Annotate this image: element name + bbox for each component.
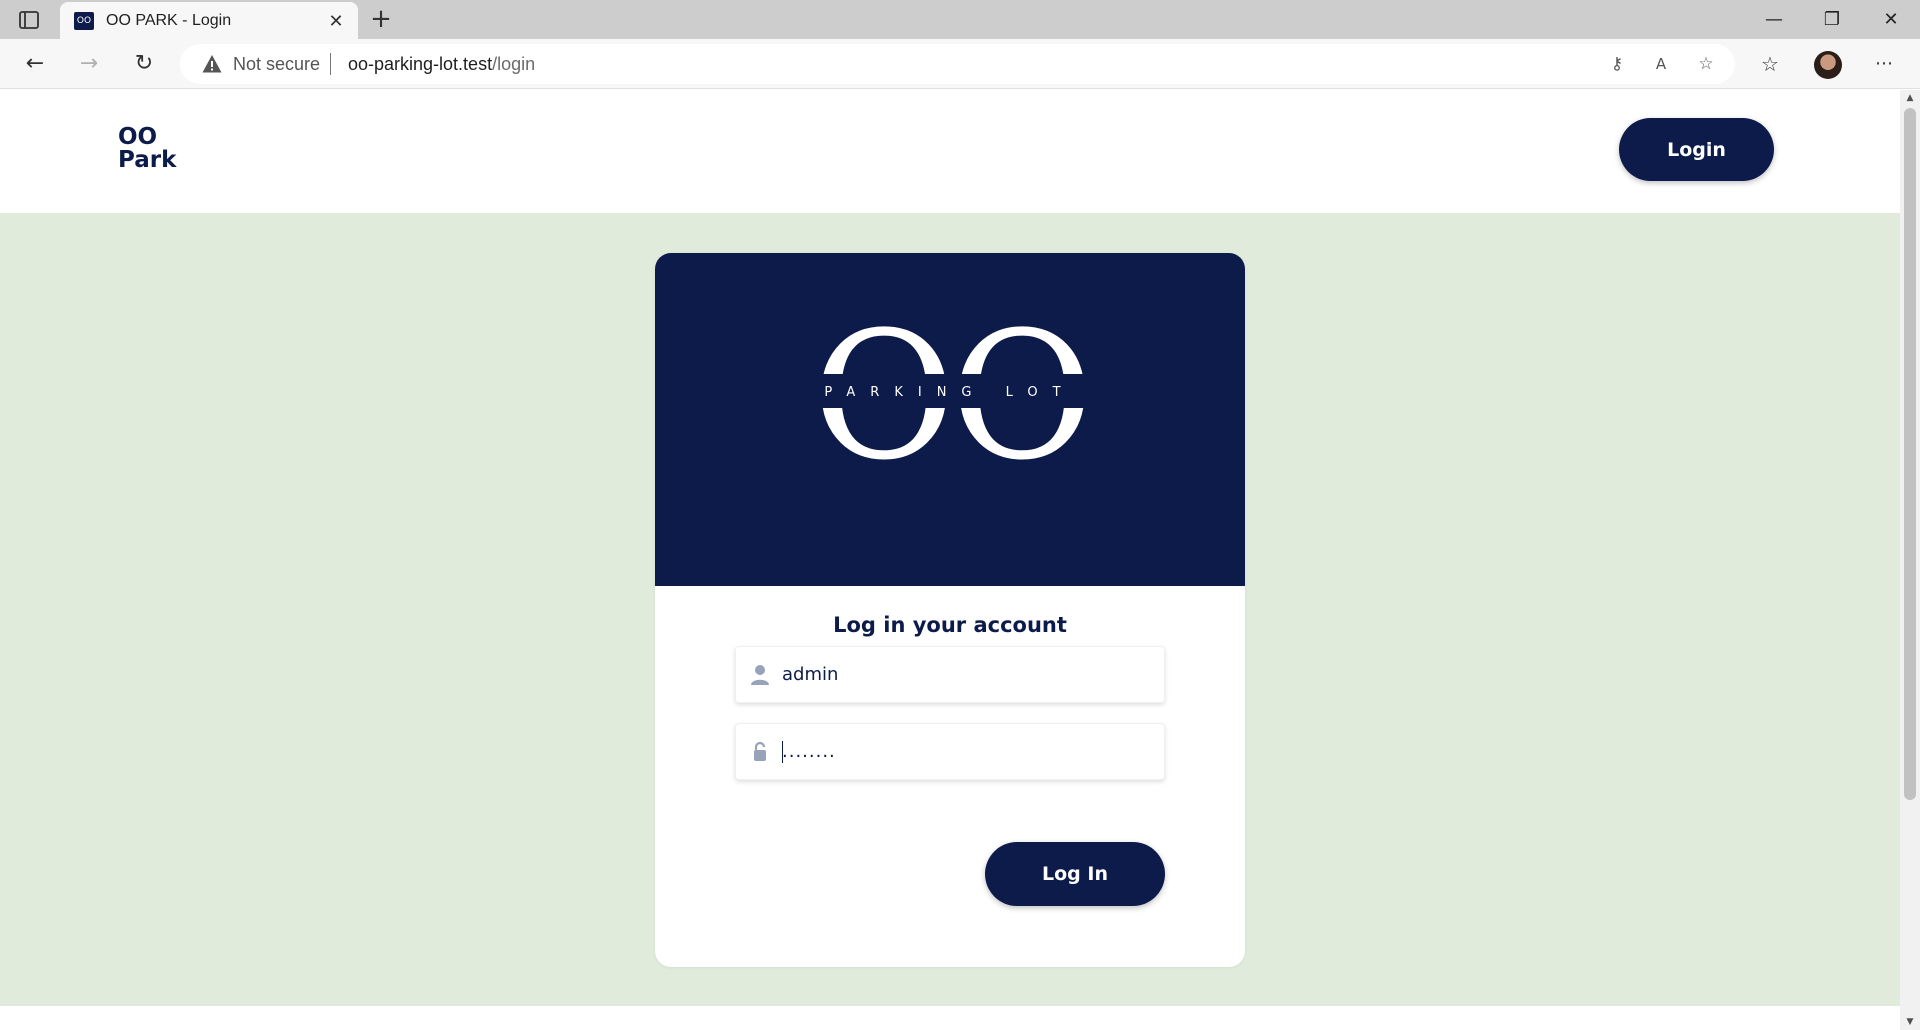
page-scrollbar[interactable]: ▲ ▼ (1900, 90, 1920, 1030)
tab-title: OO PARK - Login (106, 12, 232, 29)
brand-line1: OO (118, 124, 158, 150)
read-aloud-icon[interactable]: A (1649, 52, 1673, 76)
scroll-down-icon[interactable]: ▼ (1900, 1014, 1920, 1030)
logo-tagline: PARKING LOT (824, 385, 1075, 400)
forward-icon[interactable]: → (73, 48, 105, 80)
security-label[interactable]: Not secure (233, 54, 320, 75)
password-input[interactable] (782, 724, 1152, 779)
minimize-button[interactable]: — (1745, 0, 1803, 39)
header-login-button[interactable]: Login (1619, 118, 1774, 181)
favicon-icon: OO (74, 12, 94, 30)
close-window-button[interactable]: ✕ (1862, 0, 1920, 39)
back-icon[interactable]: ← (19, 48, 51, 80)
reload-icon[interactable]: ↻ (128, 48, 160, 80)
address-bar[interactable]: Not secure oo-parking-lot.test/login ⚷ A… (180, 44, 1735, 84)
username-input[interactable] (782, 647, 1152, 702)
page-viewport: OO Park Login OO PARKING LOT Log in your… (0, 90, 1900, 1030)
browser-toolbar: ← → ↻ Not secure oo-parking-lot.test/log… (0, 39, 1920, 89)
lock-icon (754, 741, 766, 761)
favorites-icon[interactable]: ☆ (1754, 48, 1786, 80)
add-favorite-icon[interactable]: ☆ (1694, 52, 1718, 76)
url-text[interactable]: oo-parking-lot.test/login (348, 54, 535, 75)
login-hero: OO PARKING LOT (655, 253, 1245, 586)
parking-lot-logo: OO PARKING LOT (803, 294, 1097, 499)
warning-icon[interactable] (202, 54, 222, 74)
address-divider (330, 53, 331, 75)
login-submit-button[interactable]: Log In (985, 842, 1165, 906)
scroll-thumb[interactable] (1904, 108, 1916, 800)
login-card: OO PARKING LOT Log in your account Log I… (655, 253, 1245, 967)
password-field[interactable] (735, 723, 1165, 780)
new-tab-button[interactable]: + (368, 6, 394, 33)
browser-tabstrip: OO OO PARK - Login ✕ + — ❐ ✕ (0, 0, 1920, 40)
profile-avatar[interactable] (1814, 51, 1842, 79)
url-host: oo-parking-lot.test (348, 54, 493, 74)
url-path: /login (492, 54, 536, 74)
browser-tab-active[interactable]: OO OO PARK - Login ✕ (60, 2, 358, 40)
brand-logo[interactable]: OO Park (118, 126, 176, 172)
brand-line2: Park (118, 147, 177, 173)
close-tab-icon[interactable]: ✕ (326, 11, 346, 31)
username-field[interactable] (735, 646, 1165, 703)
user-icon (751, 665, 769, 685)
restore-button[interactable]: ❐ (1803, 0, 1861, 39)
scroll-up-icon[interactable]: ▲ (1900, 90, 1920, 106)
key-icon[interactable]: ⚷ (1605, 52, 1629, 76)
more-options-icon[interactable]: ⋯ (1868, 48, 1900, 80)
main-content: OO PARKING LOT Log in your account Log I… (0, 213, 1900, 1006)
login-title: Log in your account (833, 613, 1067, 637)
tab-actions-icon[interactable] (18, 9, 40, 31)
site-header: OO Park Login (0, 90, 1900, 213)
text-caret (782, 741, 783, 763)
